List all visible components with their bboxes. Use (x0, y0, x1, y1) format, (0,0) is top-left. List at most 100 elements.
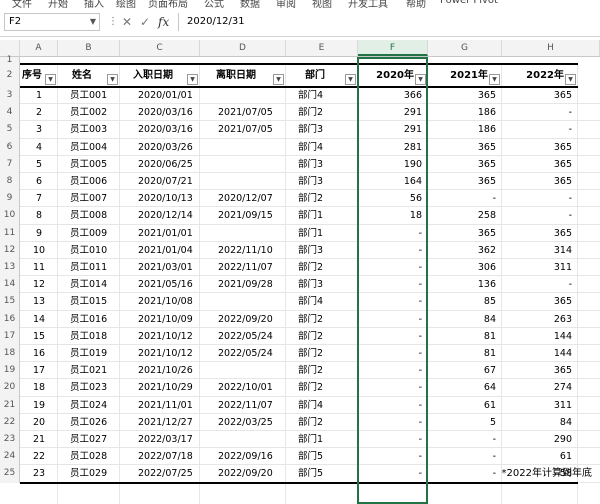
table-cell[interactable]: 136 (428, 276, 502, 293)
table-header-1[interactable]: 序号 (20, 65, 44, 86)
table-cell[interactable]: 19 (20, 397, 58, 414)
table-cell[interactable]: 部门3 (286, 121, 358, 138)
table-cell[interactable]: 2021/10/12 (120, 328, 200, 345)
table-cell[interactable]: 274 (502, 379, 578, 396)
table-cell[interactable]: 部门4 (286, 139, 358, 156)
table-cell[interactable] (200, 87, 286, 104)
table-cell[interactable]: - (358, 242, 428, 259)
table-cell[interactable]: 4 (20, 139, 58, 156)
table-cell[interactable]: - (502, 121, 578, 138)
table-cell[interactable]: 部门1 (286, 207, 358, 224)
table-cell[interactable]: - (358, 345, 428, 362)
table-cell[interactable]: 306 (428, 259, 502, 276)
table-cell[interactable]: 16 (20, 345, 58, 362)
table-cell[interactable]: 85 (428, 293, 502, 310)
table-cell[interactable]: 84 (502, 414, 578, 431)
table-cell[interactable]: 84 (428, 311, 502, 328)
table-cell[interactable]: 10 (20, 242, 58, 259)
table-cell[interactable]: 365 (502, 362, 578, 379)
table-cell[interactable]: - (502, 104, 578, 121)
table-cell[interactable]: 员工004 (58, 139, 120, 156)
table-cell[interactable]: 部门3 (286, 156, 358, 173)
column-header-g[interactable]: G (428, 40, 502, 56)
table-cell[interactable]: 部门1 (286, 225, 358, 242)
column-header-f[interactable]: F (358, 40, 428, 56)
row-header-24[interactable]: 24 (0, 448, 20, 466)
column-header-e[interactable]: E (286, 40, 358, 56)
filter-dropdown-button[interactable]: ▼ (273, 74, 284, 85)
row-header-23[interactable]: 23 (0, 431, 20, 449)
table-cell[interactable]: 15 (20, 328, 58, 345)
table-cell[interactable]: 员工003 (58, 121, 120, 138)
table-cell[interactable]: - (358, 379, 428, 396)
table-cell[interactable]: 2021/10/29 (120, 379, 200, 396)
filter-dropdown-button[interactable]: ▼ (415, 74, 426, 85)
table-header-7[interactable]: 2021年 (428, 65, 488, 86)
table-cell[interactable]: - (358, 431, 428, 448)
table-cell[interactable]: 18 (20, 379, 58, 396)
column-header-h[interactable]: H (502, 40, 600, 56)
table-cell[interactable]: 员工014 (58, 276, 120, 293)
row-header-14[interactable]: 14 (0, 276, 20, 294)
table-cell[interactable]: 员工019 (58, 345, 120, 362)
table-cell[interactable]: 20 (20, 414, 58, 431)
row-header-15[interactable]: 15 (0, 293, 20, 311)
table-cell[interactable]: - (358, 311, 428, 328)
ribbon-tab[interactable]: Power Pivot (440, 0, 498, 6)
table-cell[interactable]: - (428, 190, 502, 207)
table-cell[interactable]: 员工015 (58, 293, 120, 310)
table-cell[interactable]: - (358, 414, 428, 431)
table-cell[interactable]: 2022/10/01 (200, 379, 286, 396)
table-cell[interactable]: 部门5 (286, 465, 358, 482)
row-header-12[interactable]: 12 (0, 241, 20, 259)
table-cell[interactable]: - (428, 465, 502, 482)
table-cell[interactable]: 21 (20, 431, 58, 448)
table-cell[interactable]: 2021/10/12 (120, 345, 200, 362)
table-header-8[interactable]: 2022年 (502, 65, 564, 86)
table-cell[interactable]: 6 (20, 173, 58, 190)
table-cell[interactable]: 员工009 (58, 225, 120, 242)
table-cell[interactable]: 员工023 (58, 379, 120, 396)
table-cell[interactable]: 186 (428, 121, 502, 138)
table-cell[interactable]: 部门2 (286, 311, 358, 328)
row-header-25[interactable]: 25 (0, 465, 20, 483)
filter-dropdown-button[interactable]: ▼ (45, 74, 56, 85)
ribbon-tab[interactable]: 文件 (12, 0, 32, 8)
table-cell[interactable]: 2021/01/01 (120, 225, 200, 242)
table-cell[interactable]: 员工029 (58, 465, 120, 482)
table-cell[interactable]: 290 (502, 431, 578, 448)
row-header-3[interactable]: 3 (0, 87, 20, 105)
table-cell[interactable]: 2021/11/01 (120, 397, 200, 414)
row-header-7[interactable]: 7 (0, 155, 20, 173)
row-header-19[interactable]: 19 (0, 362, 20, 380)
table-cell[interactable]: 61 (428, 397, 502, 414)
table-cell[interactable] (200, 362, 286, 379)
table-cell[interactable]: 员工024 (58, 397, 120, 414)
table-cell[interactable]: 311 (502, 259, 578, 276)
table-cell[interactable]: 员工005 (58, 156, 120, 173)
close-icon[interactable]: ✕ (122, 15, 132, 29)
chevron-down-icon[interactable]: ▼ (90, 14, 96, 30)
row-header-21[interactable]: 21 (0, 396, 20, 414)
table-cell[interactable]: 365 (502, 293, 578, 310)
table-cell[interactable]: 2022/09/20 (200, 311, 286, 328)
table-cell[interactable]: 2022/11/07 (200, 259, 286, 276)
table-cell[interactable]: 部门2 (286, 328, 358, 345)
table-cell[interactable]: 员工006 (58, 173, 120, 190)
table-cell[interactable]: 164 (358, 173, 428, 190)
table-cell[interactable]: 员工007 (58, 190, 120, 207)
ribbon-tab[interactable]: 开始 (48, 0, 68, 8)
table-cell[interactable]: 2021/09/15 (200, 207, 286, 224)
table-cell[interactable]: 365 (502, 173, 578, 190)
table-cell[interactable]: 2022/11/07 (200, 397, 286, 414)
filter-dropdown-button[interactable]: ▼ (107, 74, 118, 85)
table-cell[interactable]: 9 (20, 225, 58, 242)
table-cell[interactable]: 67 (428, 362, 502, 379)
table-header-2[interactable]: 姓名 (58, 65, 106, 86)
table-cell[interactable]: 部门2 (286, 259, 358, 276)
table-cell[interactable] (200, 431, 286, 448)
table-cell[interactable]: 2020/03/16 (120, 121, 200, 138)
table-cell[interactable]: 5 (20, 156, 58, 173)
table-cell[interactable] (200, 173, 286, 190)
ribbon-tab[interactable]: 审阅 (276, 0, 296, 8)
